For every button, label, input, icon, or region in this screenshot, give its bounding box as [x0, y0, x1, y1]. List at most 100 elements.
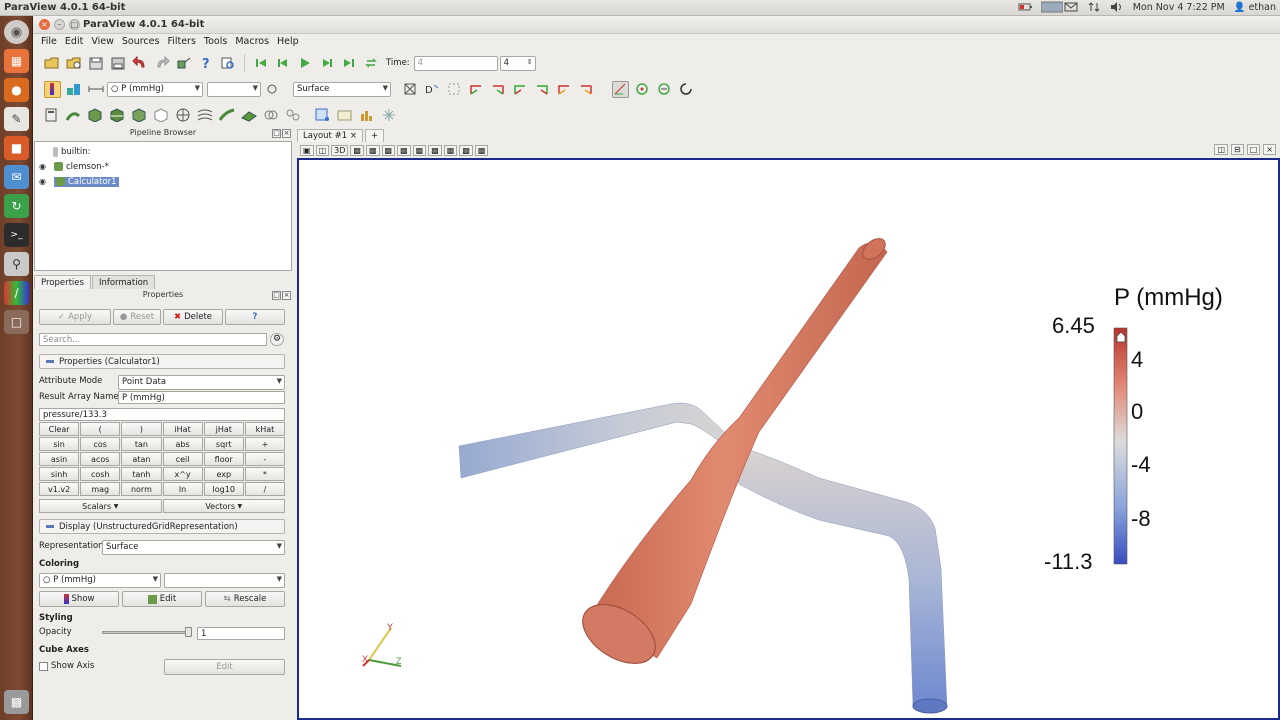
select-cells-through-icon[interactable]: ▩ — [381, 144, 396, 156]
add-layout-tab[interactable]: + — [364, 129, 385, 142]
window-maximize-button[interactable]: □ — [69, 19, 80, 30]
menu-view[interactable]: View — [87, 34, 118, 50]
calc-key-button[interactable]: sin — [39, 437, 80, 451]
opacity-slider-handle[interactable] — [185, 627, 192, 637]
view-plus-x-icon[interactable] — [468, 81, 485, 98]
group-datasets-icon[interactable] — [241, 107, 258, 124]
workspace-icon[interactable]: □ — [4, 310, 29, 334]
firefox-icon[interactable]: ● — [4, 78, 29, 102]
calc-key-button[interactable]: ) — [121, 422, 162, 436]
tab-information[interactable]: Information — [91, 275, 156, 289]
representation-select[interactable]: Surface ▼ — [293, 81, 391, 97]
result-array-field[interactable]: P (mmHg) — [118, 391, 285, 404]
calc-key-button[interactable]: Clear — [39, 422, 80, 436]
loop-icon[interactable] — [363, 55, 380, 72]
calc-key-button[interactable]: tanh — [121, 467, 162, 481]
rotate-camera-icon[interactable] — [678, 81, 695, 98]
files-icon[interactable]: ▦ — [4, 49, 29, 73]
extract-subset-icon[interactable] — [153, 107, 170, 124]
split-horizontal-icon[interactable]: ◫ — [1214, 144, 1229, 155]
trash-icon[interactable]: ▩ — [4, 690, 29, 714]
pipeline-item-clemson[interactable]: ◉ clemson-* — [38, 160, 109, 173]
keyboard-layout-icon[interactable] — [1040, 1, 1064, 13]
display-section-header[interactable]: Display (UnstructuredGridRepresentation) — [39, 519, 285, 534]
update-icon[interactable]: ↻ — [4, 194, 29, 218]
pick-center-icon[interactable] — [634, 81, 651, 98]
coloring-array-select[interactable]: ○ P (mmHg) ▼ — [39, 573, 161, 588]
extract-level-icon[interactable] — [263, 107, 280, 124]
slice-filter-icon[interactable] — [109, 107, 126, 124]
thunderbird-icon[interactable]: ✉ — [4, 165, 29, 189]
calc-key-button[interactable]: sinh — [39, 467, 80, 481]
calc-key-button[interactable]: acos — [80, 452, 121, 466]
cube-axes-edit-button[interactable]: Edit — [164, 659, 285, 675]
view-plus-y-icon[interactable] — [512, 81, 529, 98]
undock-icon[interactable]: □ — [272, 129, 281, 138]
text-editor-icon[interactable]: ✎ — [4, 107, 29, 131]
menu-edit[interactable]: Edit — [61, 34, 87, 50]
edit-colormap-icon[interactable] — [66, 81, 83, 98]
attribute-mode-select[interactable]: Point Data ▼ — [118, 375, 285, 390]
calc-key-button[interactable]: + — [244, 437, 285, 451]
rescale-button[interactable]: ⇆ Rescale — [205, 591, 285, 607]
toggle-colorbar-icon[interactable] — [43, 80, 61, 98]
redo-icon[interactable] — [154, 55, 171, 72]
eye-icon[interactable]: ◉ — [38, 162, 47, 171]
calc-key-button[interactable]: tan — [121, 437, 162, 451]
edit-colormap-button[interactable]: Edit — [122, 591, 202, 607]
save-state-icon[interactable] — [110, 55, 127, 72]
plot-over-line-icon[interactable] — [285, 107, 302, 124]
calc-key-button[interactable]: cos — [80, 437, 121, 451]
show-colorbar-button[interactable]: Show — [39, 591, 119, 607]
system-clock[interactable]: Mon Nov 4 7:22 PM — [1133, 2, 1225, 13]
user-menu[interactable]: 👤 ethan — [1234, 2, 1276, 13]
layout-tab-1[interactable]: Layout #1 × — [297, 129, 363, 142]
volume-icon[interactable] — [1110, 1, 1124, 13]
play-icon[interactable] — [297, 55, 314, 72]
interaction-mode-icon[interactable] — [446, 81, 463, 98]
menu-sources[interactable]: Sources — [118, 34, 164, 50]
last-frame-icon[interactable] — [341, 55, 358, 72]
software-center-icon[interactable]: ■ — [4, 136, 29, 160]
calc-key-button[interactable]: log10 — [203, 482, 244, 496]
array-component-select[interactable]: ▼ — [207, 81, 261, 97]
calc-key-button[interactable]: kHat — [244, 422, 285, 436]
coloring-component-select[interactable]: ▼ — [164, 573, 285, 588]
window-minimize-button[interactable]: – — [54, 19, 65, 30]
artery-branch-right[interactable] — [736, 449, 948, 709]
extract-selection-icon[interactable] — [337, 107, 354, 124]
calc-key-button[interactable]: - — [244, 452, 285, 466]
query-selection-icon[interactable] — [315, 107, 332, 124]
view-minus-y-icon[interactable] — [534, 81, 551, 98]
capture-screenshot-icon[interactable]: ▣ — [300, 144, 314, 156]
pipeline-item-calculator1[interactable]: ◉ Calculator1 — [38, 175, 119, 188]
close-icon[interactable]: × — [282, 129, 291, 138]
calc-key-button[interactable]: mag — [80, 482, 121, 496]
opacity-slider[interactable] — [102, 631, 192, 634]
eye-icon[interactable]: ◉ — [38, 177, 47, 186]
search-magnifier-icon[interactable]: ⚲ — [4, 252, 29, 276]
view-minus-z-icon[interactable] — [578, 81, 595, 98]
select-points-on-icon[interactable]: ▩ — [365, 144, 380, 156]
menu-help[interactable]: Help — [273, 34, 303, 50]
properties-help-button[interactable]: ? — [225, 309, 285, 325]
gear-icon[interactable]: ⚙ — [270, 333, 284, 346]
close-icon[interactable]: × — [282, 291, 291, 300]
histogram-icon[interactable] — [359, 107, 376, 124]
probe-location-icon[interactable] — [381, 107, 398, 124]
open-file-icon[interactable] — [44, 55, 61, 72]
apply-button[interactable]: ✓ Apply — [39, 309, 111, 325]
zoom-to-box-icon[interactable]: ▩ — [474, 144, 489, 156]
dash-icon[interactable]: ◉ — [4, 20, 29, 44]
calc-key-button[interactable]: exp — [203, 467, 244, 481]
undock-icon[interactable]: □ — [272, 291, 281, 300]
artery-main-vessel[interactable] — [588, 242, 888, 659]
terminal-icon[interactable]: >_ — [4, 223, 29, 247]
calc-key-button[interactable]: floor — [203, 452, 244, 466]
calc-key-button[interactable]: iHat — [162, 422, 203, 436]
undo-icon[interactable] — [132, 55, 149, 72]
render-view[interactable]: Y Z X P (mmHg) 6.45 4 0 -4 -8 -11.3 — [297, 158, 1280, 720]
first-frame-icon[interactable] — [253, 55, 270, 72]
calc-key-button[interactable]: ceil — [162, 452, 203, 466]
close-view-icon[interactable]: × — [1263, 144, 1276, 155]
